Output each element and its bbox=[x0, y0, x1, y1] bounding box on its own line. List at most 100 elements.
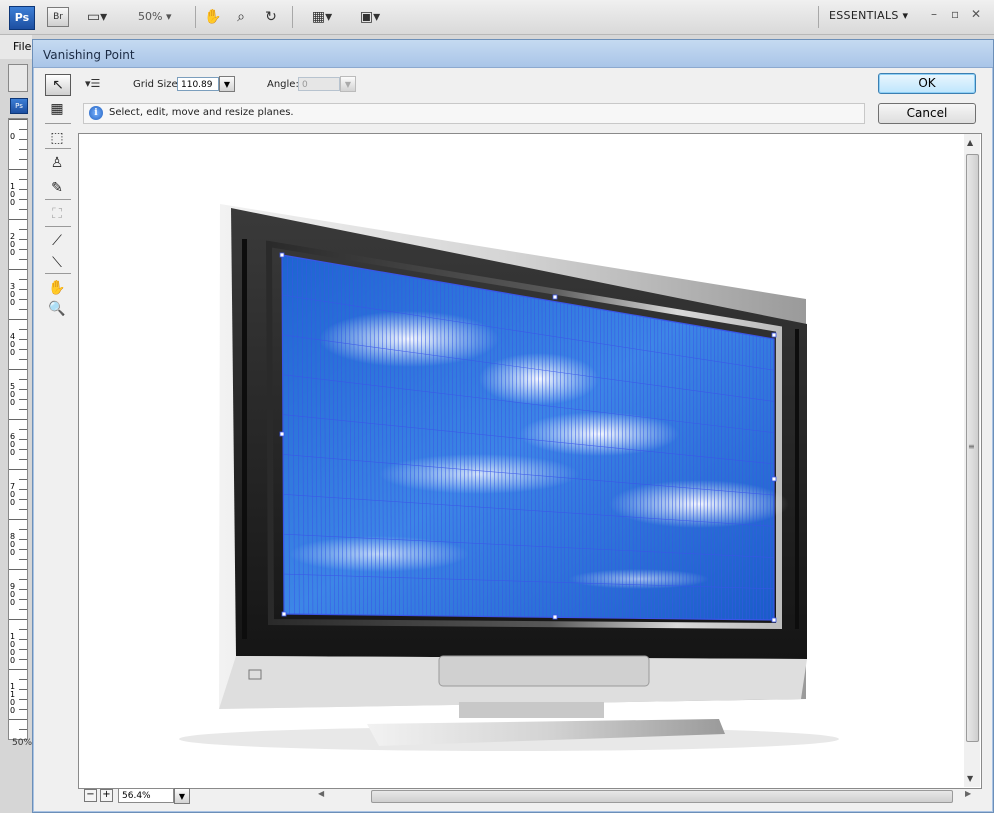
transform-tool-icon[interactable]: ⛶ bbox=[45, 204, 69, 224]
edit-plane-tool-icon[interactable]: ↖ bbox=[45, 74, 71, 96]
ruler-number: 0 bbox=[10, 133, 18, 141]
zoom-input[interactable]: 56.4% bbox=[118, 788, 174, 803]
scroll-grip-icon: ≡ bbox=[968, 442, 975, 451]
grid-size-dropdown-button[interactable]: ▼ bbox=[219, 76, 235, 92]
ruler-tick bbox=[19, 149, 27, 150]
rotate-view-icon[interactable]: ↻ bbox=[260, 7, 282, 27]
separator bbox=[818, 6, 819, 28]
ruler-tick bbox=[19, 349, 27, 350]
scroll-right-icon[interactable]: ▶ bbox=[965, 789, 971, 798]
preview-canvas[interactable] bbox=[78, 133, 982, 789]
tool-separator bbox=[45, 148, 71, 149]
ruler-tick bbox=[19, 379, 27, 380]
tool-separator bbox=[45, 199, 71, 200]
cancel-button[interactable]: Cancel bbox=[878, 103, 976, 124]
brush-tool-icon[interactable]: ✎ bbox=[45, 178, 69, 198]
zoom-tool-icon[interactable]: 🔍 bbox=[45, 299, 69, 319]
angle-dropdown-button[interactable]: ▼ bbox=[340, 76, 356, 92]
ruler-tick bbox=[9, 319, 27, 320]
scroll-left-icon[interactable]: ◀ bbox=[318, 789, 324, 798]
ruler-tick bbox=[9, 219, 27, 220]
ok-button[interactable]: OK bbox=[878, 73, 976, 94]
ruler-tick bbox=[19, 429, 27, 430]
dialog-title: Vanishing Point bbox=[43, 48, 135, 62]
ruler-tick bbox=[19, 539, 27, 540]
ruler-tick bbox=[19, 229, 27, 230]
menu-file[interactable]: File bbox=[13, 40, 31, 53]
dialog-title-bar: Vanishing Point bbox=[33, 40, 993, 68]
info-bar: i Select, edit, move and resize planes. bbox=[83, 103, 865, 124]
separator bbox=[195, 6, 196, 28]
grid-size-input[interactable]: 110.89 bbox=[177, 77, 219, 91]
tool-separator bbox=[45, 226, 71, 227]
zoom-level-dropdown[interactable]: 50% ▾ bbox=[138, 7, 171, 27]
ruler-tick bbox=[19, 439, 27, 440]
stamp-tool-icon[interactable]: ♙ bbox=[45, 153, 69, 173]
ruler-number: 800 bbox=[10, 533, 18, 557]
eyedropper-tool-icon[interactable]: ⟋ bbox=[45, 231, 69, 251]
tool-preset-icon[interactable] bbox=[8, 64, 28, 92]
bottom-bar: − + 56.4% ▼ ◀ ▶ bbox=[78, 787, 980, 805]
ruler-tick bbox=[19, 189, 27, 190]
hand-icon[interactable]: ✋ bbox=[202, 7, 224, 27]
ruler-tick bbox=[19, 409, 27, 410]
measure-tool-icon[interactable]: ⟍ bbox=[45, 253, 69, 273]
workspace-switcher[interactable]: ESSENTIALS ▾ bbox=[829, 9, 908, 22]
ruler-tick bbox=[19, 639, 27, 640]
minimize-icon[interactable]: – bbox=[931, 7, 937, 21]
zoom-dropdown-button[interactable]: ▼ bbox=[174, 788, 190, 804]
horizontal-scroll-thumb[interactable] bbox=[371, 790, 953, 803]
ruler-number: 200 bbox=[10, 233, 18, 257]
ruler-tick bbox=[19, 289, 27, 290]
ruler-tick bbox=[19, 589, 27, 590]
close-icon[interactable]: ✕ bbox=[971, 7, 981, 21]
maximize-icon[interactable]: ▫ bbox=[951, 7, 959, 21]
ruler-tick bbox=[19, 179, 27, 180]
plane-menu-icon[interactable]: ▾☰ bbox=[85, 77, 100, 90]
zoom-icon[interactable]: ⌕ bbox=[230, 7, 252, 27]
ruler-number: 100 bbox=[10, 183, 18, 207]
scroll-down-icon[interactable]: ▼ bbox=[967, 774, 973, 783]
ruler-tick bbox=[19, 249, 27, 250]
angle-label: Angle: bbox=[267, 79, 299, 90]
ruler-number: 1100 bbox=[10, 683, 18, 715]
ruler-tick bbox=[19, 649, 27, 650]
mini-bridge-icon[interactable]: ▭▾ bbox=[82, 7, 112, 27]
zoom-in-button[interactable]: + bbox=[100, 789, 113, 802]
horizontal-scrollbar[interactable] bbox=[361, 789, 961, 803]
ruler-tick bbox=[19, 279, 27, 280]
arrange-documents-icon[interactable]: ▦▾ bbox=[304, 7, 340, 27]
ruler-tick bbox=[19, 579, 27, 580]
create-plane-tool-icon[interactable]: ▦ bbox=[45, 99, 69, 119]
hand-tool-icon[interactable]: ✋ bbox=[45, 278, 69, 298]
ruler-tick bbox=[19, 679, 27, 680]
document-tab-icon: Ps bbox=[10, 98, 28, 114]
ruler-tick bbox=[19, 549, 27, 550]
ruler-tick bbox=[9, 719, 27, 720]
vanishing-point-dialog: Vanishing Point ↖▦⬚♙✎⛶⟋⟍✋🔍 ▾☰ Grid Size:… bbox=[32, 39, 994, 813]
ruler-tick bbox=[9, 669, 27, 670]
angle-input[interactable]: 0 bbox=[298, 77, 340, 91]
vertical-scrollbar[interactable]: ▲ ≡ ▼ bbox=[964, 134, 980, 787]
bridge-button[interactable]: Br bbox=[47, 7, 69, 27]
ruler-tick bbox=[19, 489, 27, 490]
scroll-up-icon[interactable]: ▲ bbox=[967, 138, 973, 147]
screen-mode-icon[interactable]: ▣▾ bbox=[352, 7, 388, 27]
vertical-ruler: 010020030040050060070080090010001100 bbox=[8, 118, 28, 740]
ruler-number: 700 bbox=[10, 483, 18, 507]
ruler-number: 300 bbox=[10, 283, 18, 307]
zoom-out-button[interactable]: − bbox=[84, 789, 97, 802]
ruler-tick bbox=[19, 159, 27, 160]
ruler-tick bbox=[19, 309, 27, 310]
info-text: Select, edit, move and resize planes. bbox=[109, 107, 294, 118]
ruler-number: 600 bbox=[10, 433, 18, 457]
marquee-tool-icon[interactable]: ⬚ bbox=[45, 128, 69, 148]
ruler-tick bbox=[19, 199, 27, 200]
ruler-tick bbox=[9, 119, 27, 120]
ruler-tick bbox=[19, 659, 27, 660]
ruler-tick bbox=[19, 729, 27, 730]
ruler-tick bbox=[19, 339, 27, 340]
ruler-tick bbox=[19, 399, 27, 400]
ruler-tick bbox=[19, 129, 27, 130]
ruler-tick bbox=[9, 569, 27, 570]
